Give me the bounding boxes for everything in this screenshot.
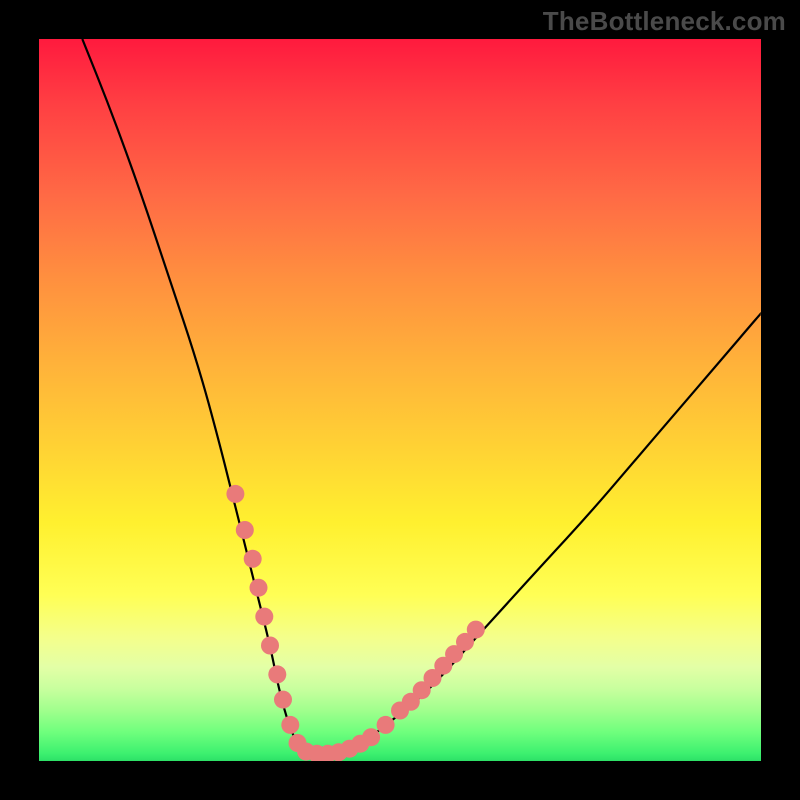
watermark-label: TheBottleneck.com: [543, 6, 786, 37]
highlight-dot: [268, 665, 286, 683]
highlight-dot: [255, 608, 273, 626]
highlight-dot: [244, 550, 262, 568]
highlight-dot: [236, 521, 254, 539]
highlight-dot: [362, 728, 380, 746]
highlight-dot: [377, 716, 395, 734]
highlight-dot: [281, 716, 299, 734]
plot-area: [39, 39, 761, 761]
chart-container: TheBottleneck.com: [0, 0, 800, 800]
highlight-dot: [467, 621, 485, 639]
highlight-dots-group: [226, 485, 484, 761]
bottleneck-curve: [82, 39, 761, 754]
chart-svg: [39, 39, 761, 761]
highlight-dot: [274, 691, 292, 709]
highlight-dot: [261, 637, 279, 655]
highlight-dot: [250, 579, 268, 597]
highlight-dot: [226, 485, 244, 503]
